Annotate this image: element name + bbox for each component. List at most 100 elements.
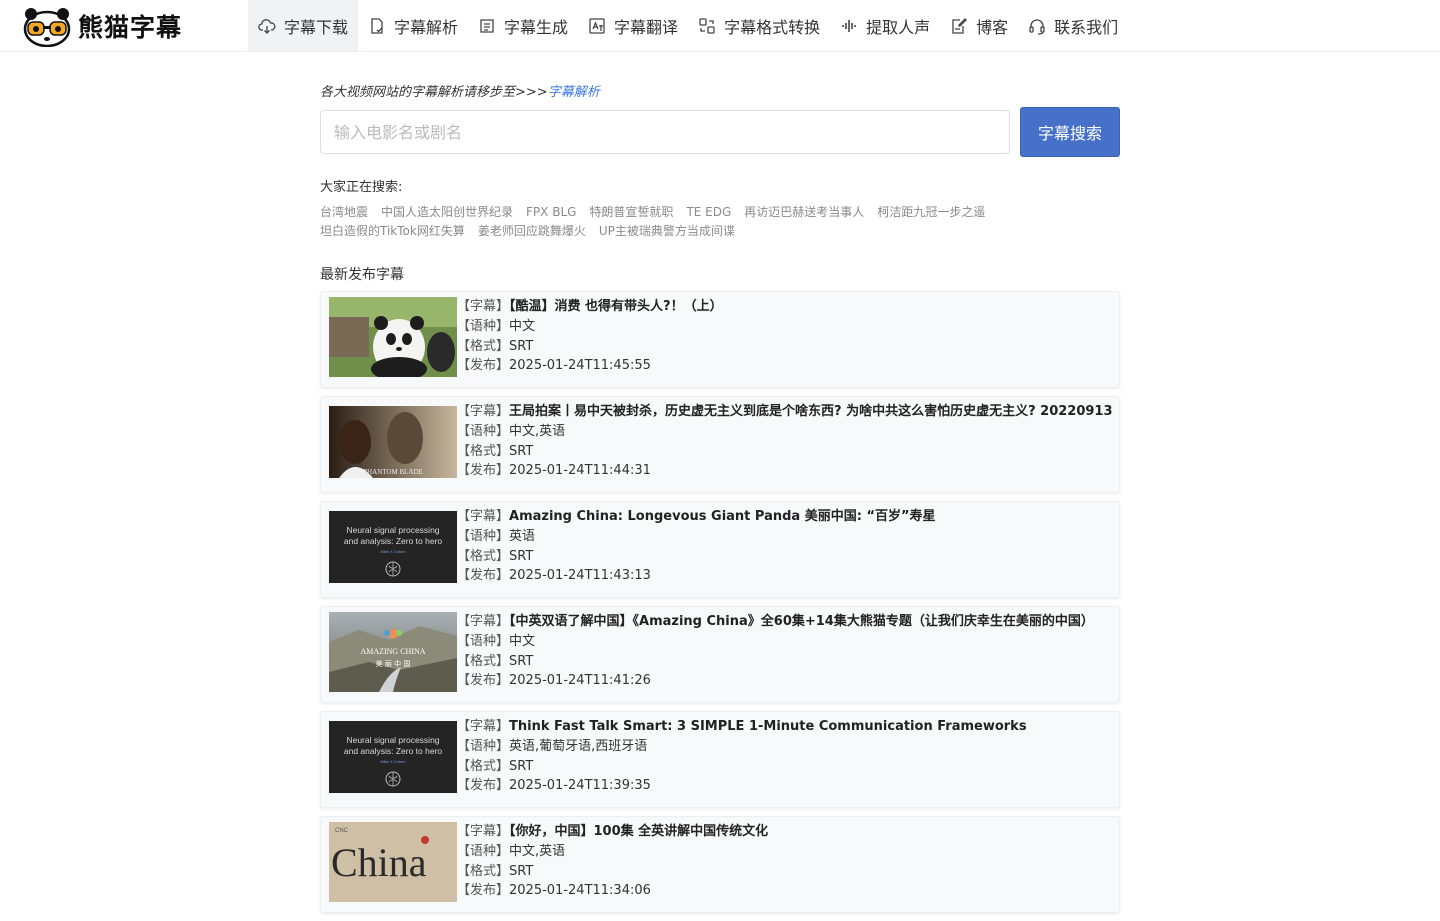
subtitle-thumbnail: PHANTOM BLADE xyxy=(329,406,457,478)
nav-subtitle-parse[interactable]: 字幕解析 xyxy=(358,0,468,51)
subtitle-title: 【你好，中国】100集 全英讲解中国传统文化 xyxy=(509,824,769,839)
subtitle-meta: 【字幕】【酷温】消费 也得有带头人?！（上） 【语种】中文 【格式】SRT 【发… xyxy=(457,297,723,376)
subtitle-thumbnail: Neural signal processing and analysis: Z… xyxy=(329,511,457,583)
subtitle-language: 中文,英语 xyxy=(509,843,566,859)
thumb-caption: CNC xyxy=(335,828,349,834)
brand-name: 熊猫字幕 xyxy=(78,13,183,42)
meta-key: 【格式】 xyxy=(457,548,510,564)
thumb-caption: Neural signal processing xyxy=(346,735,439,745)
subtitle-meta: 【字幕】【中英双语了解中国】《Amazing China》全60集+14集大熊猫… xyxy=(457,612,1094,691)
subtitle-meta: 【字幕】Amazing China: Longevous Giant Panda… xyxy=(457,507,936,586)
latest-subtitles-list: 【字幕】【酷温】消费 也得有带头人?！（上） 【语种】中文 【格式】SRT 【发… xyxy=(320,291,1120,921)
subtitle-language: 中文 xyxy=(509,633,536,649)
format-convert-icon xyxy=(698,17,716,35)
parse-hint: 各大视频网站的字幕解析请移步至>>>字幕解析 xyxy=(320,81,600,100)
subtitle-format: SRT xyxy=(509,548,534,564)
audio-wave-icon xyxy=(840,17,858,35)
thumb-caption: China xyxy=(331,840,427,885)
main-nav: 字幕下载 字幕解析 字幕生成 字幕翻译 字幕格式转换 提取人声 博客 联系我们 xyxy=(248,0,1128,51)
meta-key: 【字幕】 xyxy=(457,719,510,734)
parse-hint-link[interactable]: 字幕解析 xyxy=(548,85,600,100)
brand-logo[interactable]: 熊猫字幕 xyxy=(22,4,182,48)
thumb-caption: PHANTOM BLADE xyxy=(363,468,423,476)
hot-search-item[interactable]: 特朗普宣誓就职 xyxy=(589,203,673,221)
subtitle-title: 【酷温】消费 也得有带头人?！（上） xyxy=(509,299,723,314)
hot-search-list: 台湾地震 中国人造太阳创世界纪录 FPX BLG 特朗普宣誓就职 TE EDG 再访迈巴赫… xyxy=(320,202,1120,240)
hot-search-item[interactable]: 坦白造假的TikTok网红失算 xyxy=(320,222,465,240)
meta-key: 【语种】 xyxy=(457,633,510,649)
subtitle-format: SRT xyxy=(509,443,534,459)
subtitle-format: SRT xyxy=(509,863,534,879)
nav-contact-us[interactable]: 联系我们 xyxy=(1018,0,1128,51)
subtitle-card[interactable]: Neural signal processing and analysis: Z… xyxy=(320,501,1120,598)
meta-key: 【字幕】 xyxy=(457,824,510,839)
subtitle-published-time: 2025-01-24T11:44:31 xyxy=(509,463,651,479)
meta-key: 【发布】 xyxy=(457,673,510,689)
meta-key: 【语种】 xyxy=(457,423,510,439)
subtitle-published-time: 2025-01-24T11:34:06 xyxy=(509,883,651,899)
thumb-caption: 美 丽 中 国 xyxy=(376,659,411,668)
meta-key: 【语种】 xyxy=(457,843,510,859)
meta-key: 【字幕】 xyxy=(457,404,510,419)
meta-key: 【字幕】 xyxy=(457,614,510,629)
subtitle-thumbnail: Neural signal processing and analysis: Z… xyxy=(329,721,457,793)
thumb-caption: Mike X Cohen xyxy=(380,759,405,764)
subtitle-language: 中文 xyxy=(509,318,536,334)
thumb-caption: Mike X Cohen xyxy=(380,549,405,554)
nav-format-convert[interactable]: 字幕格式转换 xyxy=(688,0,830,51)
search-input[interactable] xyxy=(320,110,1010,154)
thumb-caption: and analysis: Zero to hero xyxy=(344,746,443,756)
hot-search-item[interactable]: 姜老师回应跳舞爆火 xyxy=(478,222,586,240)
search-button[interactable]: 字幕搜索 xyxy=(1020,107,1120,157)
subtitle-language: 英语 xyxy=(509,528,536,544)
meta-key: 【格式】 xyxy=(457,758,510,774)
thumb-caption: and analysis: Zero to hero xyxy=(344,536,443,546)
nav-label: 字幕格式转换 xyxy=(724,17,821,37)
thumb-caption: AMAZING CHINA xyxy=(360,647,425,656)
nav-label: 博客 xyxy=(976,17,1009,37)
hot-search-label: 大家正在搜索: xyxy=(320,180,403,195)
hot-search-item[interactable]: 中国人造太阳创世界纪录 xyxy=(381,203,513,221)
hot-search-item[interactable]: UP主被瑞典警方当成间谍 xyxy=(599,222,735,240)
hot-search-item[interactable]: 柯洁距九冠一步之遥 xyxy=(877,203,985,221)
hot-search-item[interactable]: FPX BLG xyxy=(526,203,576,221)
top-header: 熊猫字幕 字幕下载 字幕解析 字幕生成 字幕翻译 字幕格式转换 提取人声 博客 … xyxy=(0,0,1440,52)
subtitle-card[interactable]: PHANTOM BLADE 【字幕】王局拍案丨易中天被封杀，历史虚无主义到底是个… xyxy=(320,396,1120,493)
subtitle-title: 王局拍案丨易中天被封杀，历史虚无主义到底是个啥东西? 为啥中共这么害怕历史虚无主… xyxy=(509,404,1113,419)
meta-key: 【字幕】 xyxy=(457,509,510,524)
subtitle-card[interactable]: CNC China 【字幕】【你好，中国】100集 全英讲解中国传统文化 【语种… xyxy=(320,816,1120,913)
subtitle-card[interactable]: Neural signal processing and analysis: Z… xyxy=(320,711,1120,808)
cloud-download-icon xyxy=(258,17,276,35)
subtitle-published-time: 2025-01-24T11:43:13 xyxy=(509,568,651,584)
nav-label: 字幕生成 xyxy=(504,17,569,37)
hot-search-item[interactable]: TE EDG xyxy=(686,203,731,221)
hot-search-item[interactable]: 再访迈巴赫送考当事人 xyxy=(744,203,864,221)
nav-blog[interactable]: 博客 xyxy=(940,0,1018,51)
nav-label: 提取人声 xyxy=(866,17,931,37)
subtitle-thumbnail: CNC China xyxy=(329,822,457,902)
meta-key: 【字幕】 xyxy=(457,299,510,314)
nav-subtitle-download[interactable]: 字幕下载 xyxy=(248,0,359,51)
meta-key: 【发布】 xyxy=(457,358,510,374)
meta-key: 【格式】 xyxy=(457,338,510,354)
subtitle-card[interactable]: 【字幕】【酷温】消费 也得有带头人?！（上） 【语种】中文 【格式】SRT 【发… xyxy=(320,291,1120,388)
meta-key: 【发布】 xyxy=(457,463,510,479)
headset-icon xyxy=(1028,17,1046,35)
nav-extract-vocals[interactable]: 提取人声 xyxy=(830,0,940,51)
meta-key: 【语种】 xyxy=(457,738,510,754)
subtitle-language: 中文,英语 xyxy=(509,423,566,439)
panda-logo-icon xyxy=(23,8,71,47)
nav-label: 字幕解析 xyxy=(394,17,459,37)
nav-subtitle-translate[interactable]: 字幕翻译 xyxy=(578,0,688,51)
subtitle-published-time: 2025-01-24T11:45:55 xyxy=(509,358,651,374)
nav-subtitle-generate[interactable]: 字幕生成 xyxy=(468,0,578,51)
nav-label: 字幕下载 xyxy=(284,17,349,37)
nav-label: 字幕翻译 xyxy=(614,17,679,37)
subtitle-meta: 【字幕】【你好，中国】100集 全英讲解中国传统文化 【语种】中文,英语 【格式… xyxy=(457,822,768,901)
subtitle-meta: 【字幕】Think Fast Talk Smart: 3 SIMPLE 1-Mi… xyxy=(457,717,1027,796)
subtitle-card[interactable]: AMAZING CHINA 美 丽 中 国 【字幕】【中英双语了解中国】《Ama… xyxy=(320,606,1120,703)
hot-search-item[interactable]: 台湾地震 xyxy=(320,203,368,221)
blog-edit-icon xyxy=(950,17,968,35)
subtitle-format: SRT xyxy=(509,758,534,774)
meta-key: 【格式】 xyxy=(457,863,510,879)
